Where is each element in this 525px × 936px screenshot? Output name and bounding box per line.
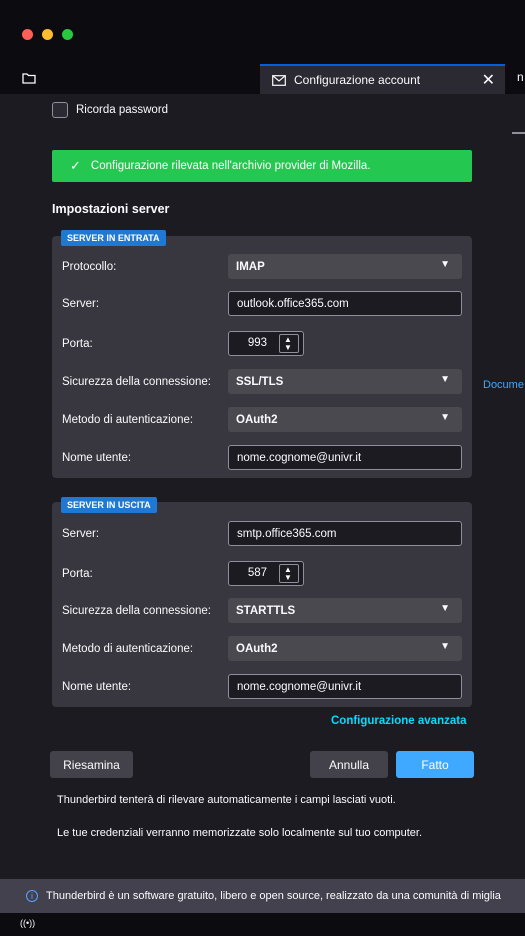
incoming-security-select[interactable]: SSL/TLS ▼	[228, 369, 462, 394]
incoming-security-value: SSL/TLS	[236, 375, 284, 388]
credentials-info: Le tue credenziali verranno memorizzate …	[57, 827, 423, 839]
outgoing-username-label: Nome utente:	[62, 681, 132, 693]
outgoing-security-select[interactable]: STARTTLS ▼	[228, 598, 462, 623]
incoming-server-badge: SERVER IN ENTRATA	[61, 230, 166, 246]
outgoing-port-value: 587	[247, 567, 267, 579]
chevron-down-icon: ▼	[440, 641, 450, 652]
overflow-tab-fragment: n	[517, 70, 524, 84]
cancel-button[interactable]: Annulla	[310, 751, 388, 778]
outgoing-port-stepper[interactable]: 587 ▲ ▼	[228, 561, 304, 586]
success-banner-text: Configurazione rilevata nell'archivio pr…	[90, 160, 371, 172]
scrollbar-thumb[interactable]	[512, 132, 525, 134]
incoming-protocol-label: Protocollo:	[62, 261, 117, 273]
notification-bar: i Thunderbird è un software gratuito, li…	[0, 879, 525, 913]
autodetect-info: Thunderbird tenterà di rilevare automati…	[57, 794, 396, 806]
incoming-auth-value: OAuth2	[236, 413, 278, 426]
minimize-window-button[interactable]	[42, 29, 53, 40]
incoming-protocol-value: IMAP	[236, 260, 265, 273]
outgoing-server-label: Server:	[62, 528, 100, 540]
incoming-security-label: Sicurezza della connessione:	[62, 376, 211, 388]
tab-label: Configurazione account	[294, 73, 421, 87]
incoming-server-label: Server:	[62, 298, 100, 310]
close-window-button[interactable]	[22, 29, 33, 40]
documentation-link[interactable]: Docume	[483, 379, 524, 391]
outgoing-security-label: Sicurezza della connessione:	[62, 605, 211, 617]
port-spinner[interactable]: ▲ ▼	[279, 334, 299, 353]
chevron-down-icon: ▼	[440, 603, 450, 614]
incoming-auth-label: Metodo di autenticazione:	[62, 414, 194, 426]
checkmark-icon: ✓	[70, 158, 81, 173]
incoming-username-label: Nome utente:	[62, 452, 132, 464]
outgoing-port-label: Porta:	[62, 568, 93, 580]
outgoing-auth-label: Metodo di autenticazione:	[62, 643, 194, 655]
server-settings-title: Impostazioni server	[52, 202, 170, 216]
incoming-auth-select[interactable]: OAuth2 ▼	[228, 407, 462, 432]
outgoing-server-input[interactable]: smtp.office365.com	[228, 521, 462, 546]
status-bar: ((•))	[0, 913, 525, 936]
done-button[interactable]: Fatto	[396, 751, 474, 778]
outgoing-auth-select[interactable]: OAuth2 ▼	[228, 636, 462, 661]
tab-account-setup[interactable]: Configurazione account ✕	[260, 64, 505, 94]
chevron-down-icon: ▼	[440, 374, 450, 385]
chevron-down-icon: ▼	[440, 259, 450, 270]
incoming-server-input[interactable]: outlook.office365.com	[228, 291, 462, 316]
outgoing-security-value: STARTTLS	[236, 604, 296, 617]
info-icon: i	[26, 890, 38, 902]
incoming-username-input[interactable]: nome.cognome@univr.it	[228, 445, 462, 470]
mail-icon	[272, 74, 286, 86]
incoming-protocol-select[interactable]: IMAP ▼	[228, 254, 462, 279]
advanced-config-link[interactable]: Configurazione avanzata	[331, 715, 466, 727]
incoming-port-label: Porta:	[62, 338, 93, 350]
title-bar	[0, 0, 525, 64]
remember-password-row[interactable]: Ricorda password	[52, 102, 168, 118]
outgoing-auth-value: OAuth2	[236, 642, 278, 655]
activity-icon[interactable]: ((•))	[20, 918, 35, 928]
incoming-port-stepper[interactable]: 993 ▲ ▼	[228, 331, 304, 356]
remember-password-checkbox[interactable]	[52, 102, 68, 118]
port-spinner[interactable]: ▲ ▼	[279, 564, 299, 583]
folder-icon[interactable]	[22, 72, 36, 87]
remember-password-label: Ricorda password	[76, 104, 169, 116]
review-button[interactable]: Riesamina	[50, 751, 133, 778]
outgoing-username-input[interactable]: nome.cognome@univr.it	[228, 674, 462, 699]
notification-text: Thunderbird è un software gratuito, libe…	[46, 890, 501, 902]
chevron-down-icon[interactable]: ▼	[284, 574, 292, 582]
success-banner: ✓ Configurazione rilevata nell'archivio …	[52, 150, 472, 182]
chevron-down-icon: ▼	[440, 412, 450, 423]
outgoing-server-badge: SERVER IN USCITA	[61, 497, 157, 513]
incoming-port-value: 993	[247, 337, 267, 349]
close-tab-icon[interactable]: ✕	[482, 70, 495, 90]
chevron-down-icon[interactable]: ▼	[284, 344, 292, 352]
zoom-window-button[interactable]	[62, 29, 73, 40]
